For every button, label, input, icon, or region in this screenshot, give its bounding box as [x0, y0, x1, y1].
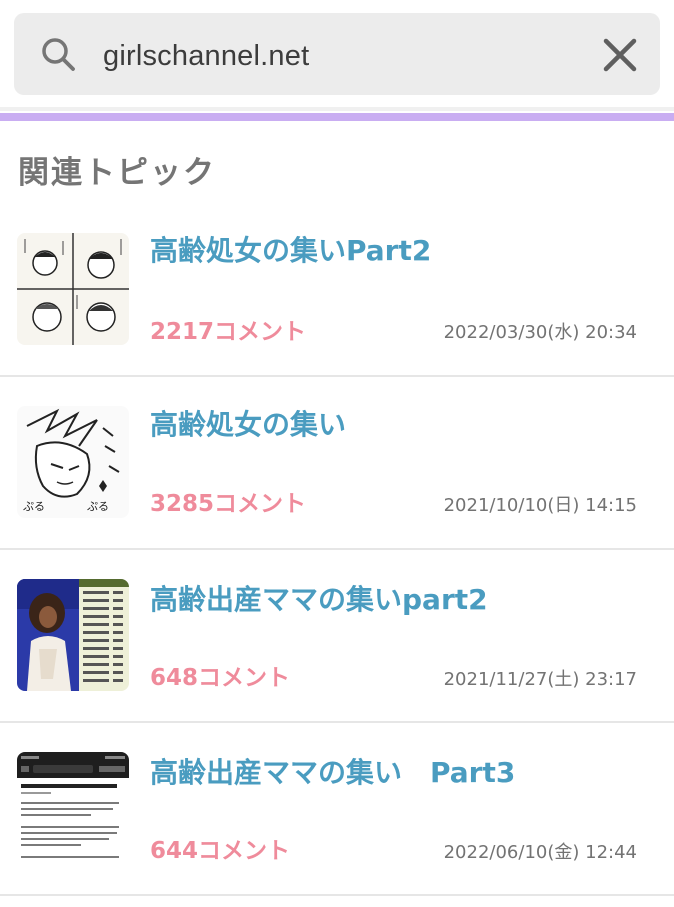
article-screenshot-thumbnail	[17, 752, 129, 864]
section-title: 関連トピック	[18, 155, 216, 191]
manga-sketch-thumbnail: ぷる ぷる	[17, 406, 129, 518]
topic-date: 2021/10/10(日) 14:15	[443, 495, 637, 516]
topic-item[interactable]: 高齢出産ママの集いpart2 648コメント 2021/11/27(土) 23:…	[0, 550, 674, 722]
search-icon	[42, 38, 75, 71]
accent-bar	[0, 113, 674, 121]
topic-title[interactable]: 高齢出産ママの集いpart2	[150, 581, 488, 619]
comment-count: 644コメント	[150, 838, 291, 864]
header-divider	[0, 107, 674, 111]
svg-text:ぷる: ぷる	[87, 500, 109, 513]
topic-date: 2021/11/27(土) 23:17	[443, 669, 637, 690]
topic-date: 2022/06/10(金) 12:44	[443, 842, 637, 863]
topic-item[interactable]: 高齢出産ママの集い Part3 644コメント 2022/06/10(金) 12…	[0, 723, 674, 895]
topic-title[interactable]: 高齢出産ママの集い Part3	[150, 754, 515, 792]
comment-count: 2217コメント	[150, 319, 307, 345]
photo-and-list-thumbnail	[17, 579, 129, 691]
close-icon[interactable]	[601, 36, 639, 74]
topic-title[interactable]: 高齢処女の集いPart2	[150, 232, 431, 270]
topic-date: 2022/03/30(水) 20:34	[443, 322, 637, 343]
svg-text:ぷる: ぷる	[23, 500, 45, 513]
comment-count: 3285コメント	[150, 491, 307, 517]
topic-item[interactable]: ぷる ぷる 高齢処女の集い 3285コメント 2021/10/10(日) 14:…	[0, 377, 674, 549]
comment-count: 648コメント	[150, 665, 291, 691]
manga-panel-thumbnail	[17, 233, 129, 345]
topic-divider	[0, 894, 674, 896]
topic-title[interactable]: 高齢処女の集い	[150, 406, 346, 444]
top-bar: girlschannel.net	[0, 0, 674, 108]
topic-item[interactable]: 高齢処女の集いPart2 2217コメント 2022/03/30(水) 20:3…	[0, 216, 674, 388]
search-input[interactable]: girlschannel.net	[103, 36, 309, 76]
